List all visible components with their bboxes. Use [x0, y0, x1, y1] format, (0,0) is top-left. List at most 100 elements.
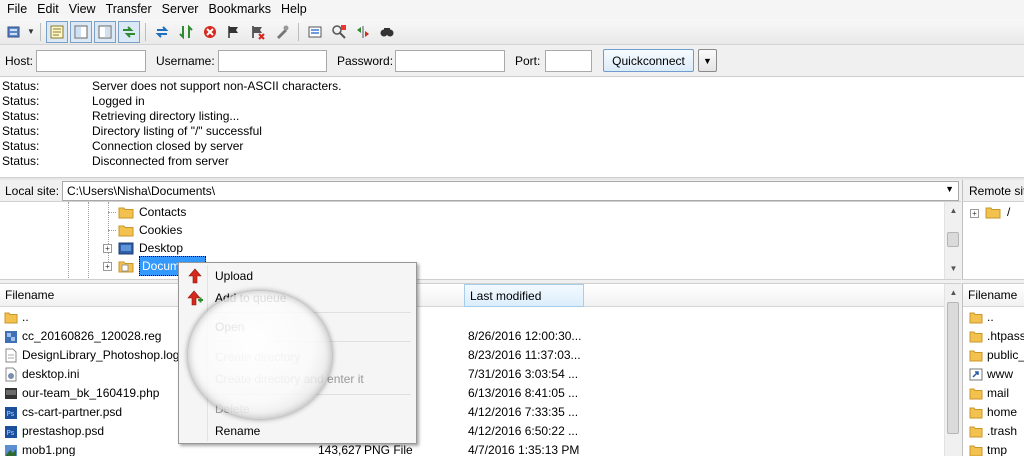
expand-icon[interactable]: +: [970, 209, 979, 218]
log-row: Status: Server does not support non-ASCII…: [2, 79, 342, 93]
expand-icon[interactable]: +: [103, 244, 112, 253]
add-to-queue-icon: [187, 290, 203, 306]
sync-browse-icon[interactable]: [328, 21, 350, 43]
disconnect-icon[interactable]: [223, 21, 245, 43]
file-row[interactable]: Ps prestashop.psd hotos... 4/12/2016 6:5…: [0, 422, 944, 441]
username-input[interactable]: [218, 50, 327, 72]
file-name: prestashop.psd: [22, 424, 105, 438]
search-icon[interactable]: [376, 21, 398, 43]
tree-item-label: Contacts: [139, 205, 187, 219]
port-input[interactable]: [545, 50, 592, 72]
folder-icon: [118, 225, 134, 236]
menu-item-label: Add to queue: [215, 291, 287, 305]
menu-item-label: Delete: [215, 402, 250, 416]
column-filename[interactable]: Filename: [0, 284, 200, 307]
quickconnect-button[interactable]: Quickconnect: [603, 49, 694, 72]
menu-item-rename[interactable]: Rename: [181, 420, 414, 442]
scroll-thumb[interactable]: [947, 232, 959, 247]
menu-item-label: Rename: [215, 424, 261, 438]
local-directory-tree[interactable]: Contacts Cookies + Desktop + Documents ▲…: [0, 202, 961, 280]
menu-edit[interactable]: Edit: [32, 0, 64, 19]
remote-site-bar: Remote site: [962, 180, 1024, 202]
quickconnect-dropdown-icon[interactable]: ▼: [698, 49, 717, 72]
file-row[interactable]: DesignLibrary_Photoshop.log ument 8/23/2…: [0, 346, 944, 365]
file-name: cc_20160826_120028.reg: [22, 329, 162, 343]
context-menu: Upload Add to queue Open Create director…: [178, 262, 417, 444]
tree-item-label: Desktop: [139, 241, 184, 255]
toggle-queue-icon[interactable]: [118, 20, 140, 43]
psd-file-icon: Ps: [5, 407, 17, 419]
file-date: 8/23/2016 11:37:03...: [468, 348, 581, 362]
file-name: mail: [987, 386, 1010, 400]
password-input[interactable]: [395, 50, 505, 72]
menu-file[interactable]: File: [2, 0, 32, 19]
expand-icon[interactable]: +: [103, 262, 112, 271]
toggle-remote-tree-icon[interactable]: [94, 20, 116, 43]
file-row[interactable]: Ps cs-cart-partner.psd hotos... 4/12/201…: [0, 403, 944, 422]
menu-server[interactable]: Server: [157, 0, 204, 19]
menu-item-label: Open: [215, 320, 245, 334]
edit-settings-icon[interactable]: [271, 21, 293, 43]
upload-arrow-icon: [188, 268, 202, 284]
scroll-down-icon[interactable]: ▼: [945, 260, 961, 277]
menu-item-create-directory-and-enter[interactable]: Create directory and enter it: [181, 368, 414, 390]
local-site-bar: Local site: C:\Users\Nisha\Documents\ ▼: [0, 180, 961, 202]
local-tree-scrollbar[interactable]: ▲ ▼: [944, 202, 961, 279]
username-label: Username:: [156, 54, 215, 68]
menu-item-delete[interactable]: Delete: [181, 398, 414, 420]
message-log[interactable]: Status: Server does not support non-ASCII…: [0, 77, 1024, 178]
file-row[interactable]: cc_20160826_120028.reg ion En... 8/26/20…: [0, 327, 944, 346]
file-row[interactable]: our-team_bk_160419.php 6/13/2016 8:41:05…: [0, 384, 944, 403]
reconnect-icon[interactable]: [247, 21, 269, 43]
file-date: 7/31/2016 3:03:54 ...: [468, 367, 579, 381]
toggle-local-tree-icon[interactable]: [70, 20, 92, 43]
column-filename[interactable]: Filename: [963, 284, 1024, 307]
file-list-scrollbar[interactable]: ▲: [944, 284, 961, 456]
scroll-up-icon[interactable]: ▲: [945, 202, 961, 219]
compare-icon[interactable]: [352, 21, 374, 43]
file-row[interactable]: mob1.png 143,627 PNG File 4/7/2016 1:35:…: [0, 441, 944, 456]
process-queue-icon[interactable]: [175, 21, 197, 43]
scroll-up-icon[interactable]: ▲: [945, 284, 961, 301]
chevron-down-icon[interactable]: ▼: [945, 184, 954, 194]
menu-item-open[interactable]: Open: [181, 316, 414, 338]
remote-root-label[interactable]: /: [1007, 205, 1010, 219]
host-input[interactable]: [36, 50, 146, 72]
toolbar-separator: [145, 22, 146, 41]
registry-file-icon: [5, 331, 17, 343]
file-row[interactable]: desktop.ini ation ... 7/31/2016 3:03:54 …: [0, 365, 944, 384]
site-manager-dropdown-icon[interactable]: ▼: [27, 27, 35, 36]
menu-item-create-directory[interactable]: Create directory: [181, 346, 414, 368]
menu-item-upload[interactable]: Upload: [181, 265, 414, 287]
log-row: Status: Logged in: [2, 94, 145, 108]
scroll-thumb[interactable]: [947, 302, 959, 434]
file-row[interactable]: ..: [0, 308, 944, 327]
tree-item-desktop[interactable]: Desktop: [118, 239, 183, 257]
folder-icon: [969, 426, 983, 438]
file-date: 6/13/2016 8:41:05 ...: [468, 386, 579, 400]
toggle-log-icon[interactable]: [46, 20, 68, 43]
tree-item-contacts[interactable]: Contacts: [118, 203, 186, 221]
menu-view[interactable]: View: [64, 0, 101, 19]
menu-help[interactable]: Help: [276, 0, 312, 19]
menu-item-add-to-queue[interactable]: Add to queue: [181, 287, 414, 309]
shortcut-link-icon: [969, 368, 983, 381]
remote-file-list[interactable]: Filename .. .htpasswds public_ftp www ma…: [962, 283, 1024, 456]
site-manager-icon[interactable]: [3, 21, 25, 43]
menu-transfer[interactable]: Transfer: [101, 0, 157, 19]
directory-filter-icon[interactable]: [304, 21, 326, 43]
local-path-combobox[interactable]: C:\Users\Nisha\Documents\ ▼: [62, 181, 959, 201]
menu-bookmarks[interactable]: Bookmarks: [203, 0, 276, 19]
cancel-icon[interactable]: [199, 21, 221, 43]
file-name: ..: [987, 310, 994, 324]
tree-item-label: Cookies: [139, 223, 183, 237]
local-file-list[interactable]: Filename Last modified .. cc_20160826_12…: [0, 283, 961, 456]
folder-icon: [969, 350, 983, 362]
refresh-icon[interactable]: [151, 21, 173, 43]
column-last-modified[interactable]: Last modified: [464, 284, 584, 307]
folder-icon: [118, 207, 134, 218]
folder-icon: [985, 207, 1001, 219]
log-row: Status: Retrieving directory listing...: [2, 109, 240, 123]
tree-item-cookies[interactable]: Cookies: [118, 221, 182, 239]
remote-directory-tree[interactable]: + /: [962, 202, 1024, 280]
